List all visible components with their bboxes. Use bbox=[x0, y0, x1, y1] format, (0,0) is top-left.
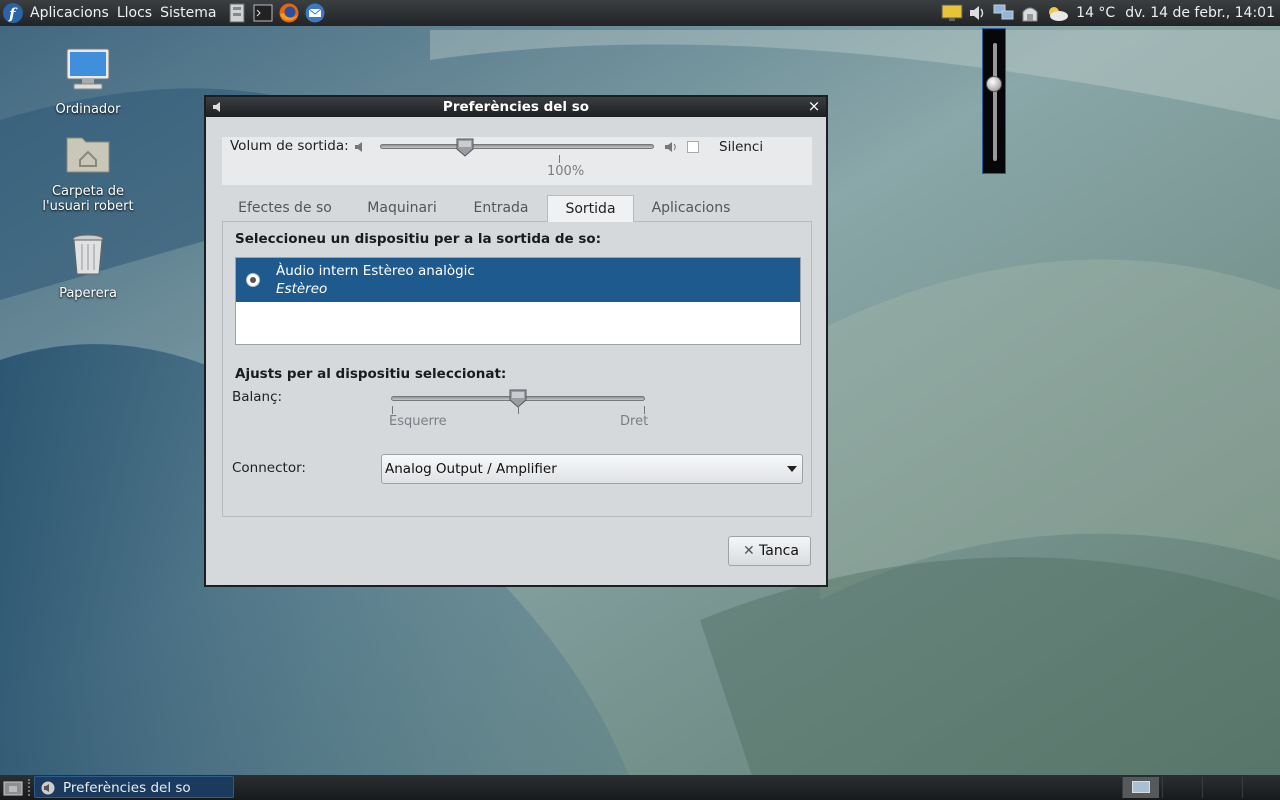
volume-100-tick bbox=[559, 155, 560, 163]
balance-slider-knob[interactable] bbox=[509, 388, 527, 408]
home-folder-icon bbox=[66, 137, 110, 173]
weather-temperature[interactable]: 14 °C bbox=[1071, 5, 1120, 21]
weather-icon[interactable] bbox=[1044, 1, 1070, 25]
speaker-icon[interactable] bbox=[966, 1, 990, 25]
workspace-1[interactable] bbox=[1122, 777, 1159, 798]
tab-hardware[interactable]: Maquinari bbox=[348, 195, 456, 222]
menu-places[interactable]: Llocs bbox=[113, 5, 156, 21]
sound-preferences-window: Preferències del so × Volum de sortida: … bbox=[204, 95, 828, 587]
workspace-window-thumb bbox=[1132, 781, 1150, 793]
output-device-list[interactable]: Àudio intern Estèreo analògic Estèreo bbox=[235, 257, 801, 345]
tab-input[interactable]: Entrada bbox=[456, 195, 546, 222]
tab-bar: Efectes de so Maquinari Entrada Sortida … bbox=[222, 195, 812, 223]
volume-low-icon[interactable] bbox=[354, 140, 368, 154]
output-tab-page: Seleccioneu un dispositiu per a la sorti… bbox=[222, 222, 812, 517]
desktop-icon-home-folder[interactable]: Carpeta de l'usuari robert bbox=[18, 128, 158, 214]
close-button[interactable]: ✕ Tanca bbox=[728, 536, 811, 566]
window-title: Preferències del so bbox=[442, 99, 590, 115]
desktop-icon-label: Paperera bbox=[59, 286, 117, 301]
output-volume-slider[interactable] bbox=[380, 144, 654, 149]
workspace-2[interactable] bbox=[1162, 777, 1199, 798]
desktop-icon-computer[interactable]: Ordinador bbox=[18, 46, 158, 117]
computer-icon bbox=[66, 48, 110, 90]
taskbar-window-title: Preferències del so bbox=[63, 780, 191, 796]
output-volume-section: Volum de sortida: 100% Silenci bbox=[222, 137, 812, 185]
device-name: Àudio intern Estèreo analògic bbox=[276, 263, 475, 279]
workspace-4[interactable] bbox=[1242, 777, 1279, 798]
close-button-label: Tanca bbox=[759, 543, 799, 559]
network-icon[interactable] bbox=[992, 1, 1016, 25]
output-volume-slider-knob[interactable] bbox=[456, 137, 474, 157]
balance-left-tick bbox=[392, 406, 393, 414]
panel-handle[interactable] bbox=[28, 779, 33, 796]
volume-100-label: 100% bbox=[547, 164, 585, 179]
desktop-icon-label: Ordinador bbox=[55, 102, 121, 117]
terminal-icon[interactable] bbox=[252, 2, 274, 24]
device-settings-heading: Ajusts per al dispositiu seleccionat: bbox=[235, 366, 507, 382]
connector-dropdown[interactable]: Analog Output / Amplifier bbox=[381, 454, 803, 484]
trash-icon bbox=[72, 234, 104, 275]
balance-right-tick bbox=[644, 406, 645, 414]
device-profile: Estèreo bbox=[276, 281, 328, 297]
desktop-icon-label: Carpeta de l'usuari robert bbox=[42, 184, 134, 214]
firefox-icon[interactable] bbox=[278, 2, 300, 24]
system-tray: 14 °C dv. 14 de febr., 14:01 bbox=[939, 0, 1280, 26]
system-volume-slider-knob[interactable] bbox=[986, 76, 1002, 93]
file-cabinet-icon[interactable] bbox=[226, 2, 248, 24]
volume-high-icon[interactable] bbox=[664, 140, 680, 154]
fedora-logo-icon[interactable]: f bbox=[2, 2, 24, 24]
balance-right-label: Dret bbox=[620, 414, 649, 429]
update-notifier-icon[interactable] bbox=[1018, 1, 1042, 25]
menu-applications[interactable]: Aplicacions bbox=[26, 5, 113, 21]
desktop-icon-trash[interactable]: Paperera bbox=[18, 230, 158, 301]
window-titlebar[interactable]: Preferències del so × bbox=[206, 97, 826, 117]
sound-app-icon bbox=[41, 781, 55, 795]
show-desktop-icon[interactable] bbox=[3, 779, 23, 796]
clock[interactable]: dv. 14 de febr., 14:01 bbox=[1120, 5, 1280, 21]
balance-center-tick bbox=[518, 406, 519, 414]
tab-output[interactable]: Sortida bbox=[547, 195, 634, 223]
close-icon: ✕ bbox=[743, 543, 755, 559]
select-device-heading: Seleccioneu un dispositiu per a la sorti… bbox=[235, 231, 602, 247]
bottom-panel: Preferències del so bbox=[0, 775, 1280, 800]
taskbar-window-button[interactable]: Preferències del so bbox=[34, 776, 234, 798]
connector-label: Connector: bbox=[232, 460, 306, 476]
menu-system[interactable]: Sistema bbox=[156, 5, 220, 21]
window-close-button[interactable]: × bbox=[806, 98, 822, 114]
mute-label[interactable]: Silenci bbox=[719, 139, 763, 155]
tab-sound-effects[interactable]: Efectes de so bbox=[222, 195, 348, 222]
device-radio[interactable] bbox=[246, 273, 260, 287]
top-panel: f Aplicacions Llocs Sistema 14 °C dv. 14… bbox=[0, 0, 1280, 26]
output-volume-label: Volum de sortida: bbox=[230, 138, 349, 154]
system-volume-slider[interactable] bbox=[993, 43, 997, 161]
list-item[interactable]: Àudio intern Estèreo analògic Estèreo bbox=[236, 258, 800, 302]
system-volume-popup bbox=[982, 28, 1006, 174]
balance-left-label: Esquerre bbox=[389, 414, 447, 429]
balance-label: Balanç: bbox=[232, 389, 283, 405]
mail-icon[interactable] bbox=[304, 2, 326, 24]
tab-applications[interactable]: Aplicacions bbox=[634, 195, 748, 222]
chevron-down-icon bbox=[787, 466, 797, 472]
mute-checkbox[interactable] bbox=[687, 141, 699, 153]
connector-selected-value: Analog Output / Amplifier bbox=[385, 461, 557, 477]
workspace-3[interactable] bbox=[1202, 777, 1239, 798]
display-icon[interactable] bbox=[940, 1, 964, 25]
